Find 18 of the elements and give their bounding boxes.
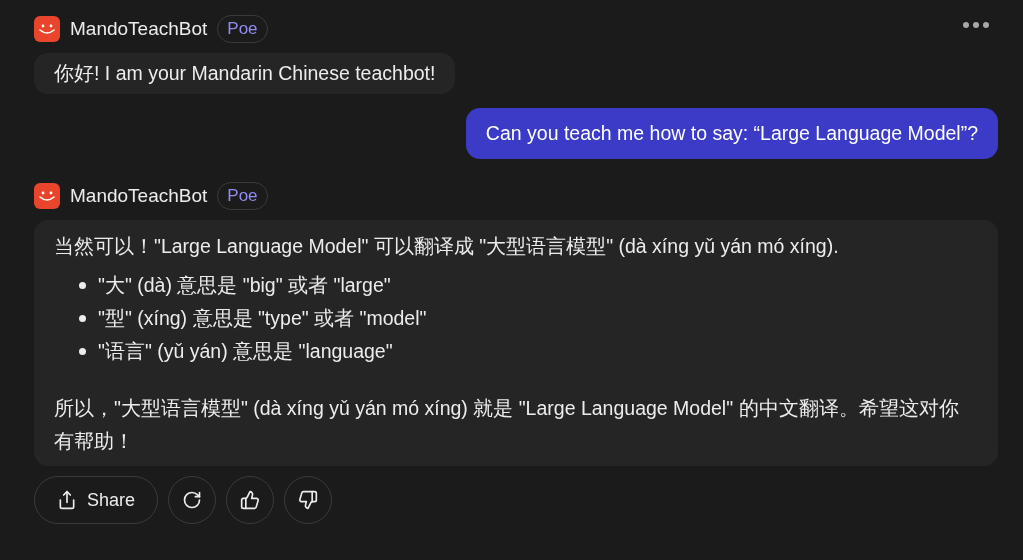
list-item-text: "型" (xíng) 意思是 "type" 或者 "model" (98, 306, 427, 331)
thumbs-up-icon (240, 490, 261, 510)
refresh-icon (182, 490, 203, 510)
share-icon (57, 490, 77, 510)
smiley-avatar-icon (34, 16, 60, 42)
user-message-bubble: Can you teach me how to say: “Large Language Model”? (465, 108, 998, 159)
bullet-icon (79, 315, 86, 322)
bullet-icon (79, 348, 86, 355)
smiley-avatar-icon (34, 183, 60, 209)
bot-name: MandoTeachBot (70, 183, 208, 208)
list-item-text: "大" (dà) 意思是 "big" 或者 "large" (98, 273, 391, 298)
message-text: 当然可以！"Large Language Model" 可以翻译成 "大型语言模型" (dà xíng yǔ yán mó xíng). (54, 234, 840, 259)
list-item-text: "语言" (yǔ yán) 意思是 "language" (98, 339, 393, 364)
thumbs-down-icon (298, 490, 319, 510)
bot-name: MandoTeachBot (70, 16, 208, 41)
message-text: 所以，"大型语言模型" (dà xíng yǔ yán mó xíng) 就是 "Large Language Model" 的中文翻译。希望这对你有帮助！ (54, 396, 960, 454)
bullet-icon (79, 282, 86, 289)
message-text: 你好! I am your Mandarin Chinese teachbot! (54, 61, 436, 86)
